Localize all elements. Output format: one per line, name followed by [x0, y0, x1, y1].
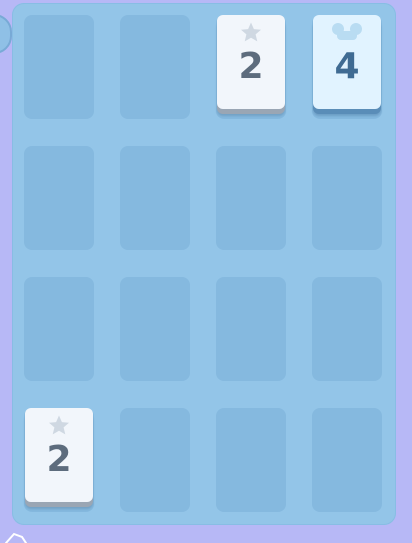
empty-cell — [216, 277, 286, 381]
empty-cell — [216, 408, 286, 512]
star-icon — [238, 21, 264, 43]
mouse-ears-icon — [331, 21, 363, 43]
empty-cell — [312, 277, 382, 381]
tile-value: 2 — [238, 46, 264, 87]
tile-value: 4 — [334, 46, 360, 87]
empty-cell — [312, 408, 382, 512]
star-icon — [46, 414, 72, 436]
empty-cell — [120, 408, 190, 512]
empty-cell — [120, 277, 190, 381]
tile-value: 2 — [46, 439, 72, 480]
empty-cell — [120, 146, 190, 250]
tile-2: 2 — [217, 15, 285, 109]
empty-cell — [216, 146, 286, 250]
tile-4: 4 — [313, 15, 381, 109]
empty-cell — [24, 146, 94, 250]
empty-cell — [24, 277, 94, 381]
empty-cell — [120, 15, 190, 119]
edge-tab-decoration — [0, 14, 12, 54]
empty-cell — [24, 15, 94, 119]
tile-2: 2 — [25, 408, 93, 502]
empty-cell — [312, 146, 382, 250]
corner-decoration-icon — [5, 532, 27, 543]
game-board: 2 4 2 — [12, 3, 396, 525]
